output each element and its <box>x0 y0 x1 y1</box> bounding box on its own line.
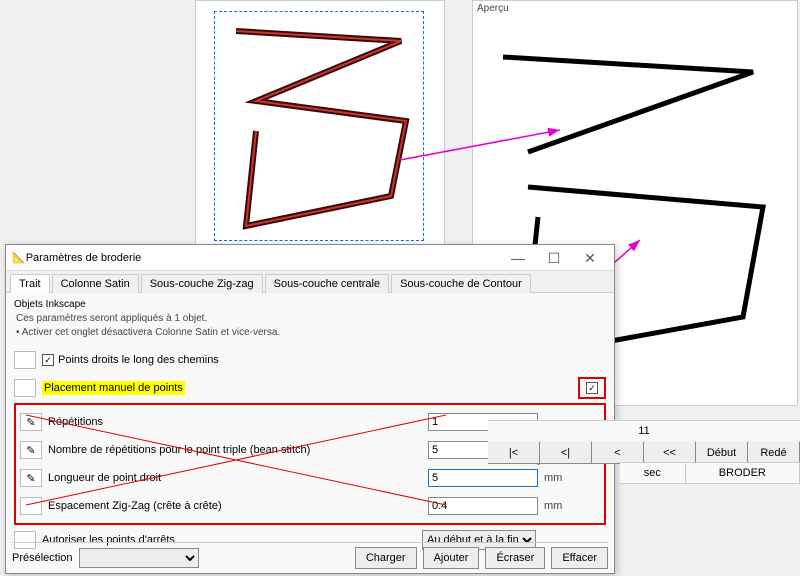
tab-zigzag[interactable]: Sous-couche Zig-zag <box>141 274 263 293</box>
pencil-icon: ✎ <box>20 469 42 487</box>
dialog-title: Paramètres de broderie <box>26 252 500 264</box>
length-input[interactable] <box>428 469 538 487</box>
row-manual: Placement manuel de points ✓ <box>14 375 606 401</box>
tab-strip: Trait Colonne Satin Sous-couche Zig-zag … <box>6 271 614 293</box>
nav-prevblock[interactable]: <| <box>540 442 592 464</box>
unit: mm <box>544 472 562 484</box>
load-button[interactable]: Charger <box>355 547 417 569</box>
preview-nav: 11 |< <| < << Début Redé <box>488 420 800 464</box>
preselection-select[interactable] <box>79 548 199 568</box>
note-text: Ces paramètres seront appliqués à 1 obje… <box>16 312 606 339</box>
preview-title: Aperçu <box>477 3 509 14</box>
minimize-button[interactable]: — <box>500 245 536 271</box>
overwrite-button[interactable]: Écraser <box>485 547 545 569</box>
stitch-count: 11 <box>488 421 800 442</box>
section-heading: Objets Inkscape <box>14 299 606 310</box>
param-row: ✎ Longueur de point droit mm <box>20 465 600 491</box>
maximize-button[interactable]: ☐ <box>536 245 572 271</box>
nav-prev[interactable]: < <box>592 442 644 464</box>
icon-slot <box>14 351 36 369</box>
editor-canvas[interactable] <box>195 0 445 260</box>
pencil-icon: ✎ <box>20 441 42 459</box>
preselection-label: Présélection <box>12 552 73 564</box>
points-label: Points droits le long des chemins <box>58 354 219 366</box>
param-label: Espacement Zig-Zag (crête à crête) <box>48 500 428 512</box>
dialog-footer: Présélection Charger Ajouter Écraser Eff… <box>12 542 608 569</box>
manual-checkbox[interactable]: ✓ <box>586 382 598 394</box>
preview-status: sec BRODER <box>620 462 800 484</box>
app-icon: 📐 <box>12 251 26 264</box>
tab-central[interactable]: Sous-couche centrale <box>265 274 389 293</box>
points-checkbox[interactable]: ✓ <box>42 354 54 366</box>
add-button[interactable]: Ajouter <box>423 547 480 569</box>
tab-contour[interactable]: Sous-couche de Contour <box>391 274 531 293</box>
param-label: Longueur de point droit <box>48 472 428 484</box>
param-label: Répétitions <box>48 416 428 428</box>
nav-start[interactable]: Début <box>696 442 748 464</box>
params-dialog: 📐 Paramètres de broderie — ☐ ✕ Trait Col… <box>5 244 615 574</box>
clear-button[interactable]: Effacer <box>551 547 608 569</box>
nav-redo[interactable]: Redé <box>748 442 800 464</box>
broder-label: BRODER <box>686 462 800 484</box>
pencil-icon: ✎ <box>20 413 42 431</box>
sec-label: sec <box>620 462 686 484</box>
tab-trait[interactable]: Trait <box>10 274 50 293</box>
param-label: Nombre de répétitions pour le point trip… <box>48 444 428 456</box>
zigzag-input[interactable] <box>428 497 538 515</box>
row-points: ✓ Points droits le long des chemins <box>14 347 606 373</box>
dialog-titlebar[interactable]: 📐 Paramètres de broderie — ☐ ✕ <box>6 245 614 271</box>
icon-slot <box>20 497 42 515</box>
icon-slot <box>14 379 36 397</box>
selection-rect <box>214 11 424 241</box>
unit: mm <box>544 500 562 512</box>
close-button[interactable]: ✕ <box>572 245 608 271</box>
manual-label: Placement manuel de points <box>42 381 185 395</box>
nav-rewind[interactable]: << <box>644 442 696 464</box>
tab-satin[interactable]: Colonne Satin <box>52 274 139 293</box>
param-row: Espacement Zig-Zag (crête à crête) mm <box>20 493 600 519</box>
nav-first[interactable]: |< <box>488 442 540 464</box>
